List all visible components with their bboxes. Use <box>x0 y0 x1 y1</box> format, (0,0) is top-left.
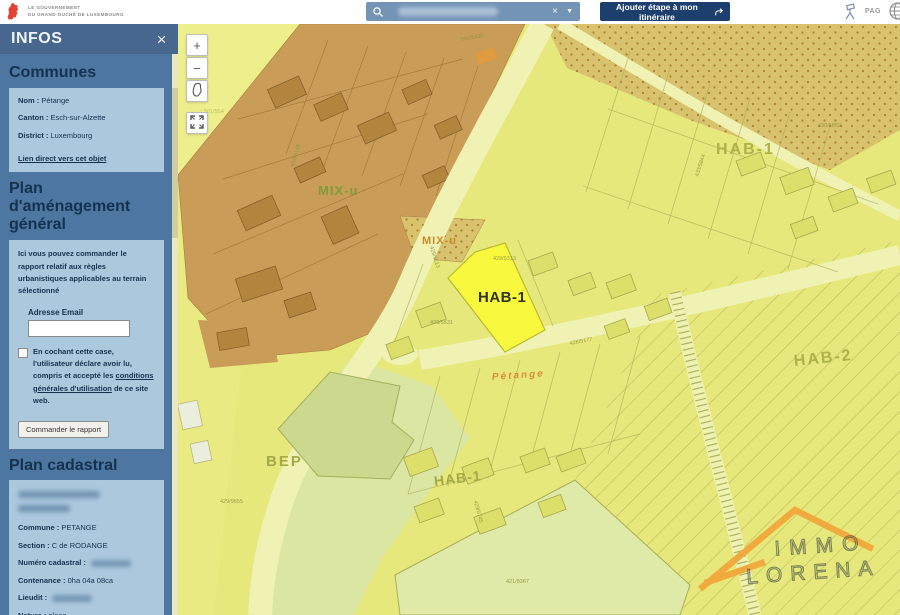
search-filter-dropdown-icon[interactable]: ▼ <box>566 8 573 15</box>
field-row: Nom : Pétange <box>18 96 155 107</box>
field-row: Canton : Esch-sur-Alzette <box>18 113 155 124</box>
agree-text: En cochant cette case, l'utilisateur déc… <box>33 346 155 408</box>
field-value: C de RODANGE <box>52 541 108 550</box>
field-value: place <box>48 611 66 615</box>
field-label: Nom : <box>18 96 39 105</box>
gov-line2: DU GRAND-DUCHÉ DE LUXEMBOURG <box>28 12 124 19</box>
direct-object-link[interactable]: Lien direct vers cet objet <box>18 154 106 163</box>
infos-panel-body: Communes Nom : Pétange Canton : Esch-sur… <box>0 54 172 615</box>
search-icon <box>372 6 384 18</box>
add-route-step-button[interactable]: Ajouter étape à mon itinéraire <box>600 2 730 21</box>
route-arrow-icon <box>714 6 724 18</box>
field-label: District : <box>18 131 48 140</box>
pag-heading: Plan d'aménagement général <box>9 180 164 234</box>
field-label: Lieudit : <box>18 593 47 602</box>
clear-search-icon[interactable]: × <box>552 7 558 17</box>
pag-intro-text: Ici vous pouvez commander le rapport rel… <box>18 248 155 298</box>
gov-line1: LE GOUVERNEMENT <box>28 5 124 12</box>
blurred-cadastral-line <box>18 505 70 512</box>
field-row: Section : C de RODANGE <box>18 541 155 552</box>
pag-report-box: Ici vous pouvez commander le rapport rel… <box>9 240 164 448</box>
luxembourg-outline-icon <box>190 82 204 98</box>
field-label: Nature : <box>18 611 46 615</box>
field-row: Nature : place <box>18 611 155 615</box>
search-input[interactable]: × ▼ <box>366 2 580 21</box>
field-value: Esch-sur-Alzette <box>51 113 106 122</box>
communes-fields: Nom : Pétange Canton : Esch-sur-Alzette … <box>18 96 155 142</box>
map-controls: + − <box>186 34 208 135</box>
infos-panel-header: INFOS × <box>0 24 178 54</box>
infos-panel: INFOS × Communes Nom : Pétange Canton : … <box>0 24 178 615</box>
terms-agree-row: En cochant cette case, l'utilisateur déc… <box>18 346 155 408</box>
field-label: Canton : <box>18 113 48 122</box>
gov-logo: LE GOUVERNEMENT DU GRAND-DUCHÉ DE LUXEMB… <box>6 2 124 21</box>
cadastral-fields: Commune : PETANGE Section : C de RODANGE… <box>18 523 155 615</box>
close-panel-icon[interactable]: × <box>157 31 167 48</box>
field-value: PETANGE <box>61 523 96 532</box>
cadastral-box: Commune : PETANGE Section : C de RODANGE… <box>9 480 164 615</box>
map-canvas[interactable]: MIX-u MIX-u HAB-1 HAB-1 HAB-2 BEP HAB-1 … <box>178 24 900 615</box>
field-row: District : Luxembourg <box>18 131 155 142</box>
globe-icon[interactable] <box>888 1 900 21</box>
communes-box: Nom : Pétange Canton : Esch-sur-Alzette … <box>9 88 164 173</box>
zoom-in-button[interactable]: + <box>186 34 208 56</box>
watermark-line2: LORENA <box>746 556 882 589</box>
blurred-cadastral-line <box>18 491 100 498</box>
email-input[interactable] <box>28 320 130 337</box>
luxembourg-lion-icon <box>6 2 21 21</box>
email-label: Adresse Email <box>28 308 155 317</box>
add-route-step-label: Ajouter étape à mon itinéraire <box>606 2 708 22</box>
field-value: Luxembourg <box>51 131 93 140</box>
fullscreen-button[interactable] <box>186 112 208 134</box>
zoom-out-button[interactable]: − <box>186 57 208 79</box>
field-label: Commune : <box>18 523 59 532</box>
communes-heading: Communes <box>9 64 164 82</box>
search-text-blurred <box>398 7 498 16</box>
sidebar-scrollbar[interactable] <box>172 54 178 615</box>
field-row: Commune : PETANGE <box>18 523 155 534</box>
geoportal-app: LE GOUVERNEMENT DU GRAND-DUCHÉ DE LUXEMB… <box>0 0 900 615</box>
watermark-line1: IMMO <box>774 531 869 561</box>
agree-checkbox[interactable] <box>18 348 28 358</box>
scrollbar-thumb[interactable] <box>172 88 178 238</box>
fullscreen-icon <box>190 115 204 129</box>
panel-title: INFOS <box>11 30 62 48</box>
immo-lorena-watermark: IMMO LORENA <box>715 511 900 615</box>
topbar: LE GOUVERNEMENT DU GRAND-DUCHÉ DE LUXEMB… <box>0 0 900 24</box>
field-row: Numéro cadastral : <box>18 558 155 569</box>
zoom-extent-button[interactable] <box>186 80 208 102</box>
topbar-tools: PAG <box>841 1 900 21</box>
field-value: Pétange <box>41 96 69 105</box>
cadastral-heading: Plan cadastral <box>9 457 164 475</box>
field-label: Numéro cadastral : <box>18 558 86 567</box>
field-row: Lieudit : <box>18 593 155 604</box>
pag-layer-label[interactable]: PAG <box>865 8 881 15</box>
field-label: Contenance : <box>18 576 66 585</box>
gov-title: LE GOUVERNEMENT DU GRAND-DUCHÉ DE LUXEMB… <box>28 5 124 18</box>
field-label: Section : <box>18 541 50 550</box>
surveyor-tool-icon[interactable] <box>841 2 858 21</box>
order-report-button[interactable]: Commander le rapport <box>18 421 109 438</box>
field-value: 0ha 04a 08ca <box>68 576 113 585</box>
field-row: Contenance : 0ha 04a 08ca <box>18 576 155 587</box>
